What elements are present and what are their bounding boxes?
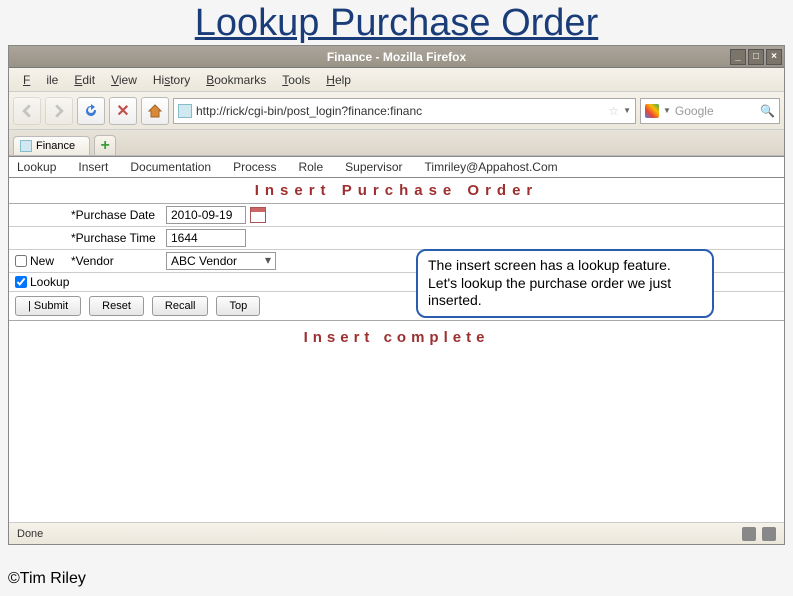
- back-button[interactable]: [13, 97, 41, 125]
- home-button[interactable]: [141, 97, 169, 125]
- status-text: Done: [17, 528, 43, 540]
- app-content: Lookup Insert Documentation Process Role…: [9, 156, 784, 522]
- app-menu-process[interactable]: Process: [233, 160, 276, 174]
- new-checkbox[interactable]: [15, 255, 27, 267]
- stop-button[interactable]: ✕: [109, 97, 137, 125]
- reload-button[interactable]: [77, 97, 105, 125]
- app-menubar: Lookup Insert Documentation Process Role…: [9, 156, 784, 178]
- app-banner: Insert Purchase Order: [9, 178, 784, 204]
- app-menu-insert[interactable]: Insert: [78, 160, 108, 174]
- menu-history[interactable]: History: [145, 73, 198, 87]
- app-menu-email[interactable]: Timriley@Appahost.Com: [425, 160, 558, 174]
- url-dropdown-icon[interactable]: ▼: [623, 106, 631, 115]
- submit-button[interactable]: | Submit: [15, 296, 81, 316]
- back-arrow-icon: [20, 104, 34, 118]
- search-box[interactable]: ▼ Google 🔍: [640, 98, 780, 124]
- tab-bar: Finance +: [9, 130, 784, 156]
- tab-favicon-icon: [20, 140, 32, 152]
- form-row-purchase-date: *Purchase Date 2010-09-19: [9, 204, 784, 227]
- annotation-callout: The insert screen has a lookup feature. …: [416, 249, 714, 318]
- calendar-icon[interactable]: [250, 207, 266, 223]
- purchase-time-input[interactable]: 1644: [166, 229, 246, 247]
- window-title: Finance - Mozilla Firefox: [327, 50, 466, 64]
- top-button[interactable]: Top: [216, 296, 260, 316]
- content-blank-area: [9, 354, 784, 522]
- plus-icon: +: [100, 137, 109, 155]
- url-bar[interactable]: http://rick/cgi-bin/post_login?finance:f…: [173, 98, 636, 124]
- menu-view[interactable]: View: [103, 73, 145, 87]
- lookup-checkbox[interactable]: [15, 276, 27, 288]
- statusbar-icon-2[interactable]: [762, 527, 776, 541]
- recall-button[interactable]: Recall: [152, 296, 209, 316]
- forward-button[interactable]: [45, 97, 73, 125]
- menu-bookmarks[interactable]: Bookmarks: [198, 73, 274, 87]
- reset-button[interactable]: Reset: [89, 296, 144, 316]
- app-menu-role[interactable]: Role: [298, 160, 323, 174]
- tab-finance[interactable]: Finance: [13, 136, 90, 155]
- menu-tools[interactable]: Tools: [274, 73, 318, 87]
- reload-icon: [83, 103, 99, 119]
- bookmark-star-icon[interactable]: ☆: [608, 104, 619, 118]
- menu-help[interactable]: Help: [318, 73, 359, 87]
- home-icon: [147, 103, 163, 119]
- lookup-checkbox-label: Lookup: [30, 275, 69, 289]
- tab-label: Finance: [36, 140, 75, 152]
- new-tab-button[interactable]: +: [94, 135, 116, 155]
- minimize-button[interactable]: _: [730, 49, 746, 65]
- purchase-date-label: *Purchase Date: [71, 208, 166, 222]
- close-button[interactable]: ×: [766, 49, 782, 65]
- purchase-time-label: *Purchase Time: [71, 231, 166, 245]
- purchase-date-input[interactable]: 2010-09-19: [166, 206, 246, 224]
- url-favicon-icon: [178, 104, 192, 118]
- new-checkbox-label: New: [30, 254, 54, 268]
- statusbar-icon-1[interactable]: [742, 527, 756, 541]
- app-menu-supervisor[interactable]: Supervisor: [345, 160, 402, 174]
- window-titlebar: Finance - Mozilla Firefox _ □ ×: [9, 46, 784, 68]
- browser-statusbar: Done: [9, 522, 784, 544]
- browser-toolbar: ✕ http://rick/cgi-bin/post_login?finance…: [9, 92, 784, 130]
- form-row-purchase-time: *Purchase Time 1644: [9, 227, 784, 250]
- search-dropdown-icon[interactable]: ▼: [663, 106, 671, 115]
- menu-file[interactable]: File: [15, 73, 66, 87]
- stop-icon: ✕: [116, 101, 129, 121]
- vendor-label: *Vendor: [71, 254, 166, 268]
- vendor-dropdown[interactable]: ABC Vendor: [166, 252, 276, 270]
- url-text: http://rick/cgi-bin/post_login?finance:f…: [196, 104, 422, 118]
- menu-edit[interactable]: Edit: [66, 73, 103, 87]
- slide-title: Lookup Purchase Order: [0, 0, 793, 45]
- google-icon: [645, 104, 659, 118]
- forward-arrow-icon: [52, 104, 66, 118]
- copyright-text: ©Tim Riley: [8, 570, 86, 588]
- app-menu-documentation[interactable]: Documentation: [130, 160, 211, 174]
- search-magnify-icon[interactable]: 🔍: [760, 104, 775, 118]
- maximize-button[interactable]: □: [748, 49, 764, 65]
- callout-text: The insert screen has a lookup feature. …: [428, 257, 671, 308]
- status-message: Insert complete: [9, 321, 784, 354]
- app-menu-lookup[interactable]: Lookup: [17, 160, 56, 174]
- browser-menubar: File Edit View History Bookmarks Tools H…: [9, 68, 784, 92]
- search-placeholder: Google: [675, 104, 756, 118]
